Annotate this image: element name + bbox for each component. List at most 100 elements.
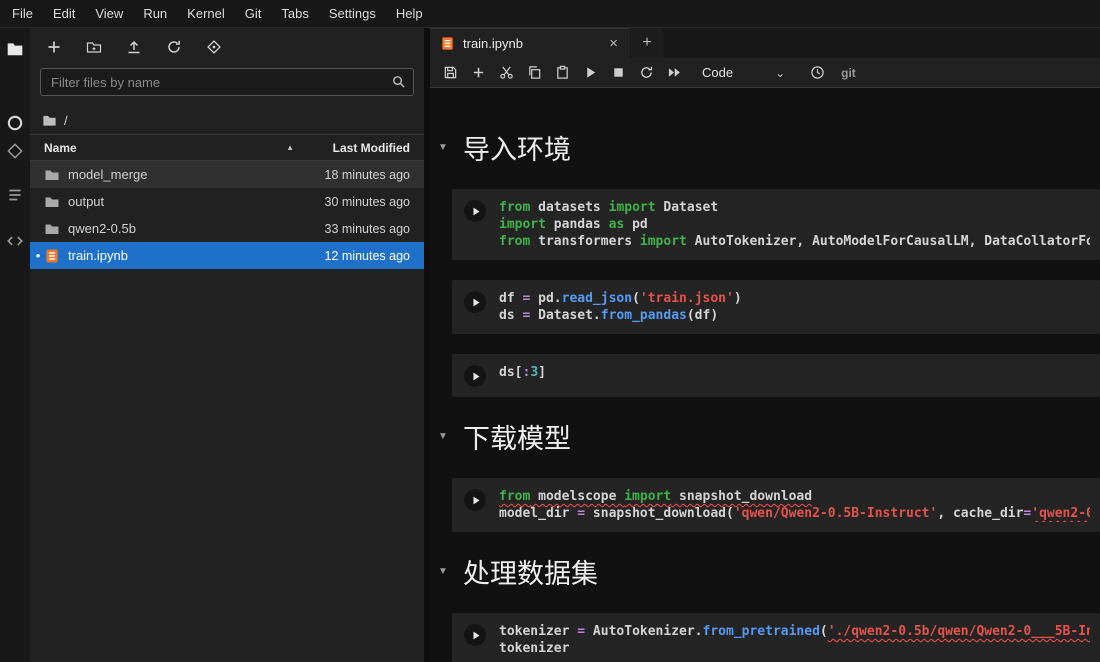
heading-text: 处理数据集 (463, 552, 598, 591)
menu-item-tabs[interactable]: Tabs (271, 0, 318, 27)
breadcrumb-root[interactable]: / (64, 113, 68, 128)
restart-button[interactable] (632, 61, 660, 85)
run-all-button[interactable] (660, 61, 688, 85)
tab-bar: train.ipynb × + (430, 28, 1100, 58)
app-shell: / Name ▲ Last Modified model_merge18 min… (0, 28, 1100, 662)
git-clone-icon[interactable] (206, 39, 222, 55)
run-indicator-icon[interactable] (464, 489, 486, 511)
run-button[interactable] (576, 61, 604, 85)
code-editor[interactable]: tokenizer = AutoTokenizer.from_pretraine… (499, 623, 1090, 657)
cut-button[interactable] (492, 61, 520, 85)
add-cell-icon (471, 65, 486, 80)
run-indicator-icon[interactable] (464, 200, 486, 222)
file-modified: 30 minutes ago (312, 195, 424, 209)
running-kernels-icon[interactable] (6, 114, 24, 132)
notebook-icon (440, 36, 455, 51)
stop-button[interactable] (604, 61, 632, 85)
new-folder-icon[interactable] (86, 39, 102, 55)
main-area: train.ipynb × + Code ⌄ git ▼导入环境 from datas… (430, 28, 1100, 662)
new-launcher-icon[interactable] (46, 39, 62, 55)
code-editor[interactable]: from modelscope import snapshot_download… (499, 488, 1090, 522)
file-folder-icon (44, 167, 60, 183)
restart-icon (639, 65, 654, 80)
file-modified: 33 minutes ago (312, 222, 424, 236)
code-editor[interactable]: ds[:3] (499, 364, 546, 381)
file-row-train.ipynb[interactable]: •train.ipynb12 minutes ago (30, 242, 424, 269)
file-row-qwen2-0.5b[interactable]: qwen2-0.5b 33 minutes ago (30, 215, 424, 242)
file-folder-icon (44, 194, 60, 210)
menu-item-help[interactable]: Help (386, 0, 433, 27)
history-button[interactable] (803, 61, 831, 85)
tab-label: train.ipynb (463, 36, 523, 51)
menu-item-file[interactable]: File (2, 0, 43, 27)
file-row-model_merge[interactable]: model_merge18 minutes ago (30, 161, 424, 188)
menu-item-kernel[interactable]: Kernel (177, 0, 235, 27)
breadcrumb-folder-icon[interactable] (42, 113, 57, 128)
markdown-heading-cell[interactable]: ▼ 下载模型 (438, 417, 1100, 456)
menu-bar: FileEditViewRunKernelGitTabsSettingsHelp (0, 0, 1100, 28)
code-editor[interactable]: from datasets import Datasetimport panda… (499, 199, 1090, 250)
filter-box (40, 68, 414, 96)
tab-train-ipynb[interactable]: train.ipynb × (430, 28, 630, 58)
run-indicator-icon[interactable] (464, 365, 486, 387)
notebook-cells: ▼导入环境 from datasets import Datasetimport … (430, 88, 1100, 662)
code-cell[interactable]: from datasets import Datasetimport panda… (452, 189, 1100, 260)
cell-type-value: Code (702, 65, 733, 80)
history-icon (810, 65, 825, 80)
run-indicator-icon[interactable] (464, 291, 486, 313)
breadcrumb[interactable]: / (30, 106, 424, 134)
refresh-icon[interactable] (166, 39, 182, 55)
git-icon[interactable] (6, 142, 24, 160)
markdown-heading-cell[interactable]: ▼ 处理数据集 (438, 552, 1100, 591)
cut-icon (499, 65, 514, 80)
cell-type-dropdown[interactable]: Code ⌄ (702, 65, 785, 80)
code-cell[interactable]: ds[:3] (452, 354, 1100, 397)
menu-item-settings[interactable]: Settings (319, 0, 386, 27)
code-inspector-icon[interactable] (6, 232, 24, 250)
save-button[interactable] (436, 61, 464, 85)
file-browser-panel: / Name ▲ Last Modified model_merge18 min… (30, 28, 430, 662)
upload-icon[interactable] (126, 39, 142, 55)
file-list-header: Name ▲ Last Modified (30, 134, 424, 161)
file-name: qwen2-0.5b (68, 221, 136, 236)
markdown-heading-cell[interactable]: ▼导入环境 (438, 128, 1100, 167)
file-row-output[interactable]: output30 minutes ago (30, 188, 424, 215)
add-cell-button[interactable] (464, 61, 492, 85)
copy-button[interactable] (520, 61, 548, 85)
menu-item-view[interactable]: View (85, 0, 133, 27)
table-of-contents-icon[interactable] (6, 186, 24, 204)
column-header-name[interactable]: Name ▲ (30, 141, 306, 155)
dirty-indicator: • (32, 248, 44, 263)
code-editor[interactable]: df = pd.read_json('train.json')ds = Data… (499, 290, 742, 324)
file-name: train.ipynb (68, 248, 128, 263)
menu-item-run[interactable]: Run (133, 0, 177, 27)
folder-icon[interactable] (6, 40, 24, 58)
activity-bar (0, 28, 30, 662)
file-modified: 18 minutes ago (312, 168, 424, 182)
stop-icon (611, 65, 626, 80)
sort-caret-icon: ▲ (286, 143, 294, 152)
close-tab-icon[interactable]: × (607, 36, 620, 51)
paste-icon (555, 65, 570, 80)
column-header-modified[interactable]: Last Modified (306, 141, 424, 155)
run-indicator-icon[interactable] (464, 624, 486, 646)
heading-text: 下载模型 (463, 417, 571, 456)
copy-icon (527, 65, 542, 80)
collapser-icon[interactable]: ▼ (438, 142, 452, 153)
code-cell[interactable]: df = pd.read_json('train.json')ds = Data… (452, 280, 1100, 334)
collapser-icon[interactable]: ▼ (438, 566, 452, 577)
menu-item-edit[interactable]: Edit (43, 0, 85, 27)
column-header-name-label: Name (44, 141, 77, 155)
code-cell[interactable]: tokenizer = AutoTokenizer.from_pretraine… (452, 613, 1100, 662)
collapser-icon[interactable]: ▼ (438, 431, 452, 442)
filter-files-input[interactable] (40, 68, 414, 96)
paste-button[interactable] (548, 61, 576, 85)
chevron-down-icon: ⌄ (775, 66, 785, 80)
new-tab-button[interactable]: + (631, 28, 663, 58)
git-toolbar-label[interactable]: git (841, 66, 856, 80)
code-cell[interactable]: from modelscope import snapshot_download… (452, 478, 1100, 532)
save-icon (443, 65, 458, 80)
menu-item-git[interactable]: Git (235, 0, 272, 27)
notebook-toolbar: Code ⌄ git (430, 58, 1100, 88)
run-all-icon (667, 65, 682, 80)
